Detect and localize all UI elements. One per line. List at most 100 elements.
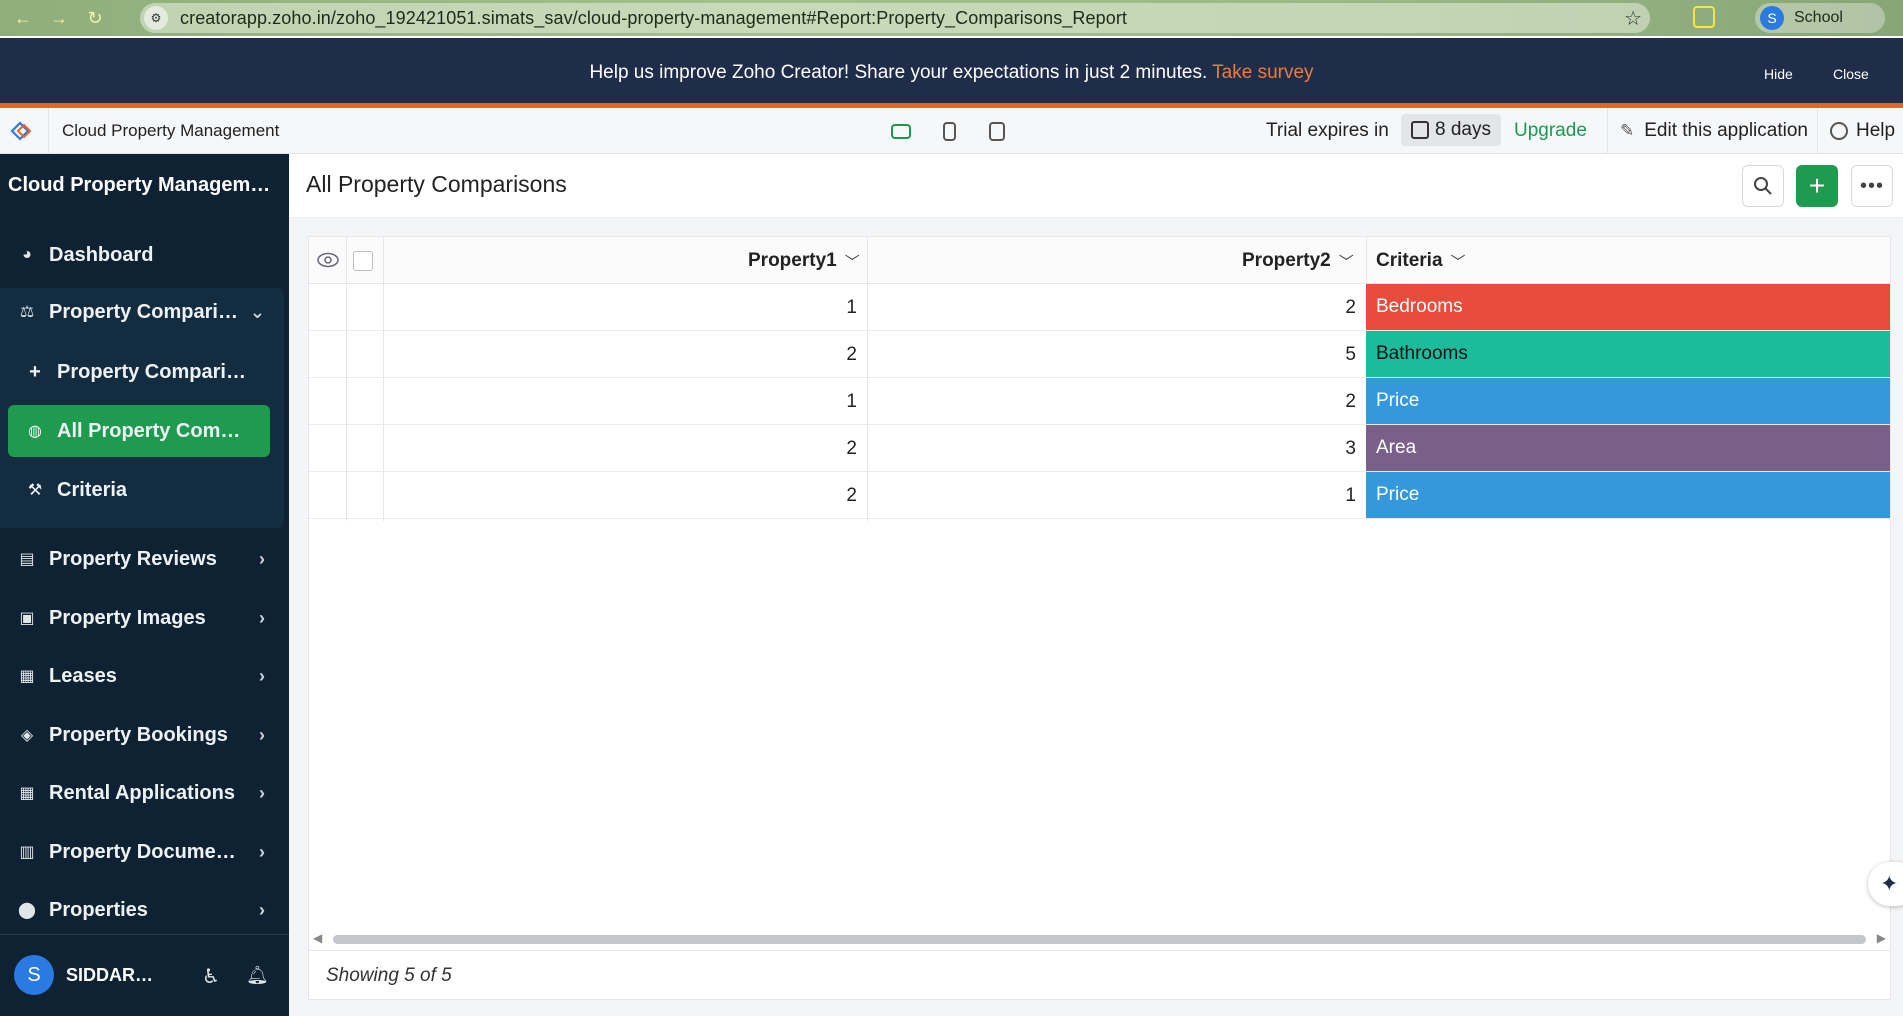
- browser-profile-chip[interactable]: S School: [1755, 3, 1885, 33]
- sidebar-item-label: Property Comparisons: [49, 300, 239, 323]
- table-row[interactable]: 2 5 Bathrooms: [309, 331, 1890, 378]
- table-row[interactable]: 1 2 Bedrooms: [309, 284, 1890, 331]
- sidebar-item-properties[interactable]: ⬤ Properties ›: [0, 886, 289, 934]
- chevron-down-icon: ﹀: [1450, 253, 1466, 271]
- scrollbar-thumb[interactable]: [333, 935, 1866, 944]
- sidebar-item-label: Property Comparisons: [57, 360, 247, 383]
- user-name[interactable]: SIDDARTH: [66, 965, 156, 986]
- sidebar-item-dashboard[interactable]: ◕ Dashboard: [0, 231, 289, 279]
- lease-document-icon: ▦: [19, 668, 35, 685]
- sidebar-item-label: Leases: [49, 664, 117, 687]
- select-all-checkbox[interactable]: [353, 251, 373, 271]
- chevron-right-icon: ›: [259, 782, 265, 803]
- edit-application-button[interactable]: ✎ Edit this application: [1620, 120, 1808, 142]
- sidebar-item-property-bookings[interactable]: ◈ Property Bookings ›: [0, 711, 289, 759]
- sidebar-footer: S SIDDARTH ♿ 🔔︎: [0, 934, 289, 1016]
- sidebar-item-rental-applications[interactable]: ▦ Rental Applications ›: [0, 769, 289, 817]
- chevron-right-icon: ›: [259, 724, 265, 745]
- table-row[interactable]: 2 1 Price: [309, 472, 1890, 519]
- sidebar-subitem-all-property-comparisons[interactable]: ◍ All Property Comparisons: [8, 405, 270, 457]
- address-bar[interactable]: ⚙ creatorapp.zoho.in/zoho_192421051.sima…: [140, 3, 1650, 33]
- site-settings-icon[interactable]: ⚙: [144, 6, 168, 30]
- survey-message: Help us improve Zoho Creator! Share your…: [589, 62, 1208, 83]
- globe-icon: ◍: [28, 423, 42, 440]
- cell-property2: 1: [1345, 485, 1356, 506]
- cell-property1: 1: [846, 391, 857, 412]
- sidebar-subitem-property-comparisons-form[interactable]: + Property Comparisons: [8, 346, 270, 398]
- chevron-right-icon: ›: [259, 607, 265, 628]
- cell-property2: 2: [1345, 391, 1356, 412]
- table-row[interactable]: 1 2 Price: [309, 378, 1890, 425]
- upgrade-link[interactable]: Upgrade: [1514, 120, 1587, 142]
- desktop-view-icon[interactable]: [889, 119, 913, 143]
- cell-criteria: Bathrooms: [1366, 331, 1890, 377]
- sidebar-item-leases[interactable]: ▦ Leases ›: [0, 652, 289, 700]
- chevron-right-icon: ›: [259, 548, 265, 569]
- pencil-icon: ✎: [1620, 121, 1635, 140]
- trial-text: Trial expires in: [1266, 120, 1389, 141]
- sidebar-item-label: Criteria: [57, 478, 128, 501]
- calendar-icon: [1411, 121, 1429, 139]
- zoho-creator-logo-icon[interactable]: [8, 119, 34, 143]
- scroll-left-arrow-icon[interactable]: ◀: [313, 931, 322, 945]
- more-dots-icon: •••: [1859, 174, 1884, 197]
- record-count: Showing 5 of 5: [326, 965, 452, 986]
- table-footer: Showing 5 of 5: [309, 950, 1890, 1000]
- report-header: All Property Comparisons + •••: [289, 154, 1903, 218]
- url-text[interactable]: creatorapp.zoho.in/zoho_192421051.simats…: [180, 8, 1127, 29]
- more-options-button[interactable]: •••: [1851, 165, 1893, 207]
- mobile-view-icon[interactable]: [985, 119, 1009, 143]
- column-label: Property2: [1242, 250, 1331, 271]
- sidebar: Cloud Property Management ◕ Dashboard ⚖ …: [0, 154, 289, 1016]
- cell-criteria: Price: [1366, 378, 1890, 424]
- cell-criteria: Price: [1366, 472, 1890, 518]
- sidebar-item-label: Dashboard: [49, 243, 154, 266]
- add-record-button[interactable]: +: [1796, 165, 1838, 207]
- accessibility-icon[interactable]: ♿: [202, 964, 220, 989]
- close-banner-button[interactable]: Close: [1833, 66, 1869, 82]
- sidebar-item-label: Property Reviews: [49, 547, 217, 570]
- reload-icon[interactable]: ↻: [82, 8, 108, 29]
- eye-icon[interactable]: [315, 250, 341, 270]
- grid-icon: ▦: [19, 785, 35, 802]
- gavel-icon: ⚒: [27, 482, 43, 499]
- notification-bell-icon[interactable]: 🔔︎: [246, 965, 269, 986]
- column-header-property1[interactable]: Property1 ﹀: [748, 250, 860, 272]
- chevron-right-icon: ›: [259, 665, 265, 686]
- bookmark-star-icon[interactable]: ☆: [1624, 6, 1642, 31]
- trial-days-badge: 8 days: [1401, 114, 1501, 146]
- sidebar-item-label: Properties: [49, 898, 148, 921]
- scroll-right-arrow-icon[interactable]: ▶: [1877, 931, 1886, 945]
- sidebar-item-label: Property Documents: [49, 840, 239, 863]
- sidebar-item-label: Property Bookings: [49, 723, 228, 746]
- forward-arrow-icon[interactable]: →: [46, 8, 72, 29]
- trial-days: 8 days: [1435, 119, 1491, 140]
- sidebar-item-property-reviews[interactable]: ▤ Property Reviews ›: [0, 535, 289, 583]
- cell-property2: 2: [1345, 297, 1356, 318]
- tag-icon: ◈: [20, 727, 34, 744]
- horizontal-scrollbar[interactable]: ◀ ▶: [309, 931, 1890, 947]
- take-survey-link[interactable]: Take survey: [1212, 62, 1313, 83]
- sidebar-item-property-images[interactable]: ▣ Property Images ›: [0, 594, 289, 642]
- back-arrow-icon[interactable]: ←: [10, 8, 36, 29]
- dashboard-gauge-icon: ◕: [22, 246, 32, 263]
- sidebar-item-property-documents[interactable]: ▥ Property Documents ›: [0, 828, 289, 876]
- user-avatar[interactable]: S: [14, 955, 54, 995]
- tablet-view-icon[interactable]: [937, 119, 961, 143]
- extension-icon[interactable]: [1693, 6, 1715, 28]
- app-name: Cloud Property Management: [62, 121, 280, 140]
- table-row[interactable]: 2 3 Area: [309, 425, 1890, 472]
- sidebar-subitem-criteria[interactable]: ⚒ Criteria: [8, 464, 270, 516]
- hide-banner-button[interactable]: Hide: [1764, 66, 1793, 82]
- sidebar-item-property-comparisons[interactable]: ⚖ Property Comparisons ⌄: [0, 288, 289, 336]
- sidebar-item-label: Property Images: [49, 606, 206, 629]
- help-button[interactable]: Help: [1830, 120, 1895, 142]
- column-header-criteria[interactable]: Criteria ﹀: [1376, 250, 1466, 272]
- profile-label: School: [1794, 9, 1843, 26]
- sidebar-item-label: All Property Comparisons: [57, 419, 247, 442]
- search-button[interactable]: [1742, 165, 1784, 207]
- help-label: Help: [1856, 120, 1896, 141]
- column-header-property2[interactable]: Property2 ﹀: [1242, 250, 1354, 272]
- search-icon: [1754, 177, 1772, 195]
- sidebar-app-title: Cloud Property Management: [8, 174, 278, 196]
